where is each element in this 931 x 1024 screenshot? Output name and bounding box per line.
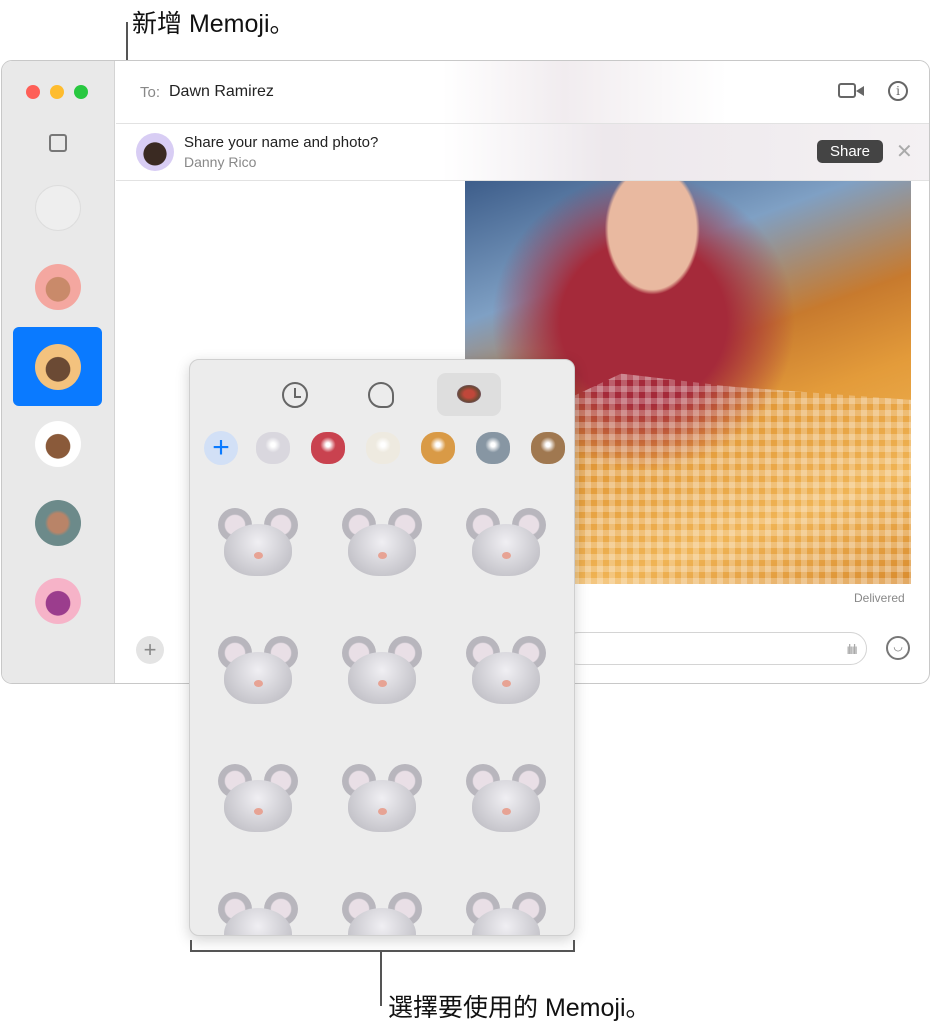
- add-memoji-button[interactable]: +: [204, 431, 238, 465]
- character-mouse[interactable]: [256, 432, 290, 464]
- sticker-mouse-mind-blown[interactable]: [466, 508, 546, 578]
- banner-name: Danny Rico: [184, 154, 257, 170]
- zoom-window-button[interactable]: [74, 85, 88, 99]
- conversation-avatar[interactable]: [35, 500, 81, 546]
- close-window-button[interactable]: [26, 85, 40, 99]
- sticker-mouse-star-struck[interactable]: [342, 636, 422, 706]
- delivered-status: Delivered: [854, 591, 905, 605]
- character-giraffe[interactable]: [421, 432, 455, 464]
- sticker-mouse-sleeping[interactable]: [218, 636, 298, 706]
- sticker-mouse-hearts[interactable]: [342, 764, 422, 834]
- conversation-avatar[interactable]: [35, 264, 81, 310]
- message-input[interactable]: ılıılı: [562, 632, 867, 665]
- audio-waveform-icon[interactable]: ılıılı: [846, 641, 858, 657]
- sticker-mouse-sweat[interactable]: [466, 892, 546, 935]
- sticker-mouse-heart-kiss[interactable]: [466, 764, 546, 834]
- banner-title: Share your name and photo?: [184, 134, 379, 151]
- my-memoji-avatar: [136, 133, 174, 171]
- recents-clock-icon[interactable]: [282, 382, 308, 408]
- callout-choose-memoji: 選擇要使用的 Memoji。: [388, 994, 651, 1022]
- share-button[interactable]: Share: [817, 140, 883, 163]
- sticker-mouse-in-clouds[interactable]: [218, 764, 298, 834]
- sticker-mouse-laughing-tears[interactable]: [218, 508, 298, 578]
- callout-bracket: [190, 950, 575, 952]
- share-name-banner: Share your name and photo? Danny Rico Sh…: [116, 124, 929, 181]
- callout-line: [380, 950, 382, 1006]
- close-icon[interactable]: ✕: [896, 139, 913, 164]
- callout-add-memoji: 新增 Memoji。: [132, 10, 295, 38]
- to-label: To:: [140, 84, 161, 101]
- emoji-icon[interactable]: ◡: [886, 636, 910, 660]
- recipient-name[interactable]: Dawn Ramirez: [169, 83, 274, 101]
- stickers-icon[interactable]: [368, 382, 394, 408]
- memoji-stickers-tab[interactable]: [437, 373, 501, 416]
- memoji-stickers-icon: [457, 385, 481, 403]
- conversation-avatar-selected[interactable]: [35, 344, 81, 390]
- conversation-avatar[interactable]: [35, 421, 81, 467]
- conversation-avatar[interactable]: [35, 578, 81, 624]
- character-owl[interactable]: [531, 432, 565, 464]
- conversation-group-avatar[interactable]: [35, 185, 81, 231]
- sticker-mouse-angry[interactable]: [342, 892, 422, 935]
- sticker-mouse-wink[interactable]: [218, 892, 298, 935]
- minimize-window-button[interactable]: [50, 85, 64, 99]
- info-icon[interactable]: i: [888, 81, 908, 101]
- sticker-mouse-heart-eyes[interactable]: [342, 508, 422, 578]
- sidebar: [2, 61, 115, 683]
- sticker-mouse-crying[interactable]: [466, 636, 546, 706]
- conversation-header: To: Dawn Ramirez i: [116, 61, 929, 124]
- character-octopus[interactable]: [311, 432, 345, 464]
- compose-icon[interactable]: [49, 134, 67, 152]
- apps-plus-button[interactable]: +: [136, 636, 164, 664]
- video-camera-icon[interactable]: [838, 83, 856, 98]
- character-shark[interactable]: [476, 432, 510, 464]
- memoji-stickers-popover: +: [189, 359, 575, 936]
- character-cow[interactable]: [366, 432, 400, 464]
